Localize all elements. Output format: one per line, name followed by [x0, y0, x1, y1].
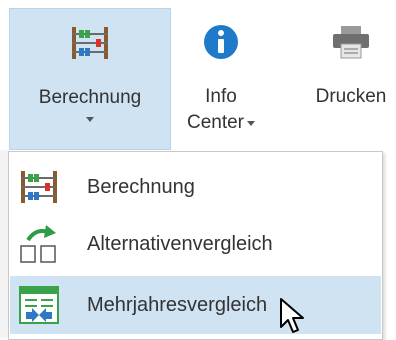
- abacus-icon: [66, 19, 114, 67]
- menu-item-alternativenvergleich[interactable]: Alternativenvergleich: [10, 215, 381, 273]
- berechnung-label: Berechnung: [38, 87, 142, 108]
- menu-item-mehrjahresvergleich[interactable]: Mehrjahresvergleich: [10, 276, 381, 334]
- berechnung-ribbon-button[interactable]: Berechnung: [9, 8, 171, 150]
- info-center-ribbon-button[interactable]: Info Center: [176, 8, 266, 148]
- chevron-down-icon: [247, 120, 256, 126]
- info-label-line1: Info: [205, 86, 237, 107]
- menu-item-label: Mehrjahresvergleich: [87, 293, 268, 316]
- menu-item-label: Alternativenvergleich: [87, 232, 273, 255]
- left-panel-strip: [0, 150, 8, 338]
- berechnung-dropdown-menu: Berechnung Alternativenvergleich Mehrjah…: [8, 151, 383, 340]
- chevron-down-icon: [86, 117, 94, 122]
- multi-year-comparison-icon: [13, 281, 65, 329]
- info-center-label: Info Center: [186, 84, 256, 136]
- abacus-icon: [13, 163, 65, 211]
- drucken-ribbon-button[interactable]: Drucken: [296, 8, 396, 148]
- info-label-line2: Center: [186, 112, 245, 133]
- drucken-label: Drucken: [315, 86, 387, 107]
- compare-alternatives-icon: [13, 220, 65, 268]
- menu-item-label: Berechnung: [87, 175, 195, 198]
- menu-item-berechnung[interactable]: Berechnung: [10, 158, 381, 216]
- printer-icon: [327, 18, 375, 66]
- mouse-pointer-icon: [279, 297, 305, 340]
- info-icon: [197, 18, 245, 66]
- ribbon: Berechnung Info Center Drucken: [0, 0, 396, 150]
